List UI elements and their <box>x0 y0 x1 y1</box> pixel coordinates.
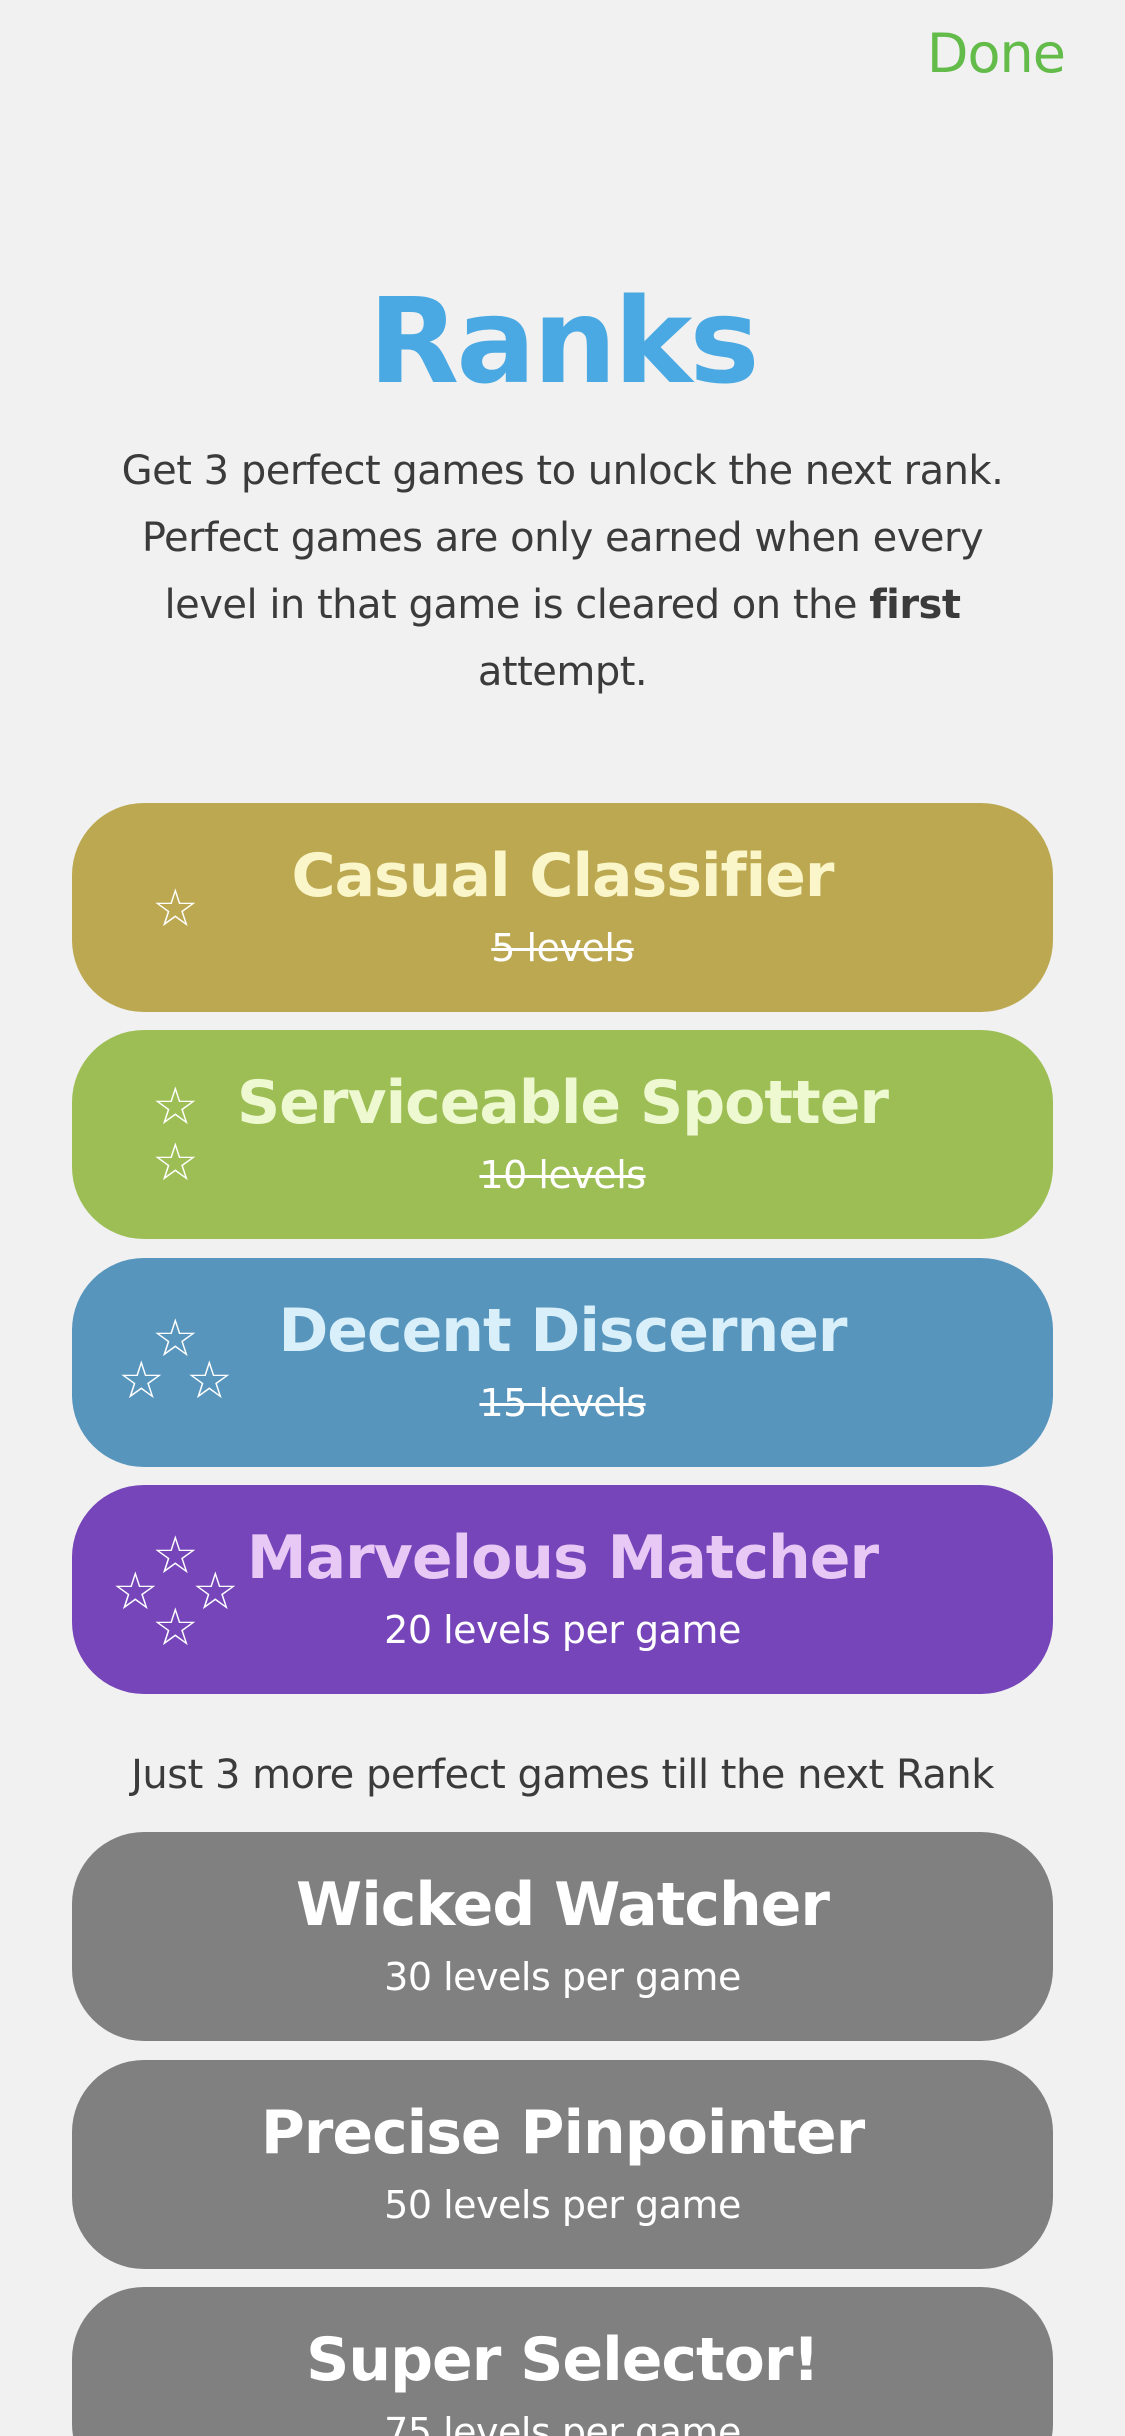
rank-name: Decent Discerner <box>278 1296 848 1366</box>
rank-description: Get 3 perfect games to unlock the next r… <box>100 438 1025 706</box>
rank-levels: 30 levels per game <box>72 1955 1053 1999</box>
done-button[interactable]: Done <box>927 22 1066 85</box>
rank-card-super-selector[interactable]: Super Selector! 75 levels per game <box>72 2287 1053 2436</box>
page-title: Ranks <box>368 272 759 410</box>
next-rank-message: Just 3 more perfect games till the next … <box>131 1752 994 1798</box>
rank-levels: 15 levels <box>72 1381 1053 1425</box>
rank-name: Marvelous Matcher <box>246 1523 879 1593</box>
rank-levels-text: 50 levels per game <box>384 2183 741 2227</box>
rank-levels-text: 5 levels <box>491 926 634 970</box>
ranks-screen: Done Ranks Get 3 perfect games to unlock… <box>0 0 1125 2436</box>
rank-card-wicked-watcher[interactable]: Wicked Watcher 30 levels per game <box>72 1832 1053 2041</box>
rank-name: Super Selector! <box>306 2325 820 2395</box>
rank-name: Precise Pinpointer <box>260 2098 865 2168</box>
rank-levels: 10 levels <box>72 1153 1053 1197</box>
rank-levels-text: 30 levels per game <box>384 1955 741 1999</box>
rank-levels-text: 10 levels <box>479 1153 646 1197</box>
rank-levels: 5 levels <box>72 926 1053 970</box>
rank-name: Casual Classifier <box>291 841 835 911</box>
description-text-end: attempt. <box>477 649 648 695</box>
rank-card-casual-classifier[interactable]: ☆ Casual Classifier 5 levels <box>72 803 1053 1012</box>
rank-levels-text: 15 levels <box>479 1381 646 1425</box>
rank-card-precise-pinpointer[interactable]: Precise Pinpointer 50 levels per game <box>72 2060 1053 2269</box>
rank-levels: 75 levels per game <box>72 2410 1053 2436</box>
rank-card-serviceable-spotter[interactable]: ☆ ☆ Serviceable Spotter 10 levels <box>72 1030 1053 1239</box>
rank-name: Serviceable Spotter <box>236 1068 889 1138</box>
rank-levels: 20 levels per game <box>72 1608 1053 1652</box>
rank-name: Wicked Watcher <box>296 1870 830 1940</box>
rank-levels-text: 20 levels per game <box>384 1608 741 1652</box>
rank-card-decent-discerner[interactable]: ☆ ☆ ☆ Decent Discerner 15 levels <box>72 1258 1053 1467</box>
description-emphasis: first <box>869 582 961 628</box>
rank-levels: 50 levels per game <box>72 2183 1053 2227</box>
rank-card-marvelous-matcher[interactable]: ☆ ☆ ☆ ☆ Marvelous Matcher 20 levels per … <box>72 1485 1053 1694</box>
rank-levels-text: 75 levels per game <box>384 2410 741 2436</box>
